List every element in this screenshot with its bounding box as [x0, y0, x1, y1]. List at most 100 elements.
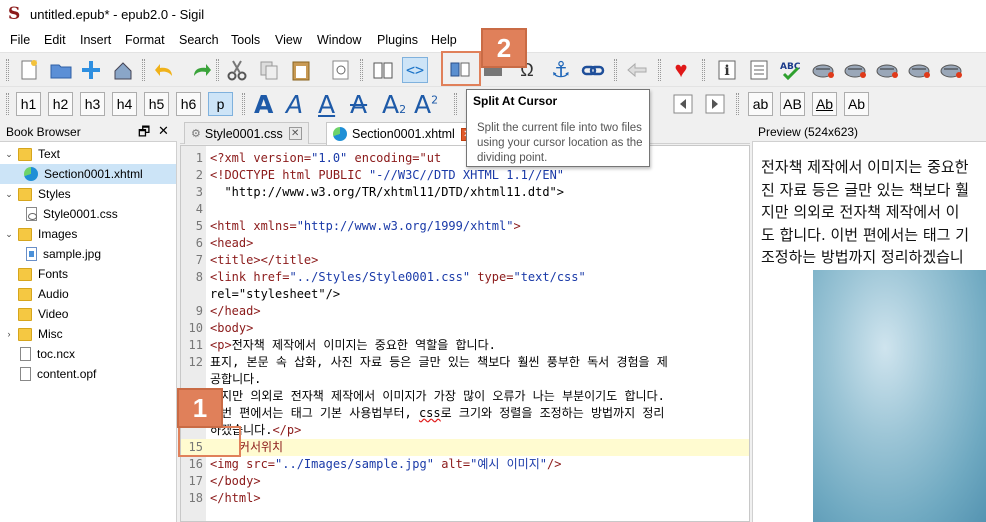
redo-icon[interactable] [188, 57, 214, 83]
code-line[interactable]: 5 <html xmlns="http://www.w3.org/1999/xht… [181, 218, 749, 235]
code-line[interactable]: 9 </head> [181, 303, 749, 320]
copy-icon[interactable] [256, 57, 282, 83]
code-line[interactable]: rel="stylesheet"/> [181, 286, 749, 303]
toolbar-grip[interactable] [454, 93, 457, 115]
superscript-icon[interactable]: A2 [414, 90, 438, 119]
menu-window[interactable]: Window [317, 33, 361, 47]
tree-file-content-opf[interactable]: content.opf [0, 364, 96, 384]
menu-insert[interactable]: Insert [80, 33, 111, 47]
capitalize-button[interactable]: Ab [844, 92, 869, 116]
underline-icon[interactable]: A [318, 90, 335, 119]
code-editor[interactable]: 1 <?xml version="1.0" encoding="ut 2 <!DOCT… [180, 145, 750, 522]
titlecase-button[interactable]: Ab [812, 92, 837, 116]
close-icon[interactable]: ✕ [158, 123, 169, 139]
new-file-icon[interactable] [16, 57, 42, 83]
toolbar-grip[interactable] [614, 59, 617, 81]
chevron-down-icon[interactable]: ⌄ [4, 189, 14, 200]
code-line[interactable]: 공합니다. [181, 371, 749, 388]
code-line[interactable]: 2 <!DOCTYPE html PUBLIC "-//W3C//DTD XHTM… [181, 167, 749, 184]
toolbar-grip[interactable] [360, 59, 363, 81]
tree-folder-images[interactable]: ⌄ Images [0, 224, 77, 244]
menu-help[interactable]: Help [431, 33, 457, 47]
tree-folder-text[interactable]: ⌄ Text [0, 144, 60, 164]
plugin-4-icon[interactable] [906, 57, 932, 83]
tree-folder-video[interactable]: Video [0, 304, 68, 324]
menu-view[interactable]: View [275, 33, 302, 47]
code-line[interactable]: 13하지만 의외로 전자책 제작에서 이미지가 가장 많이 오류가 나는 부분이… [181, 388, 749, 405]
close-icon[interactable]: ✕ [288, 127, 302, 140]
menu-plugins[interactable]: Plugins [377, 33, 418, 47]
tree-folder-styles[interactable]: ⌄ Styles [0, 184, 70, 204]
toolbar-grip[interactable] [142, 59, 145, 81]
paste-icon[interactable] [288, 57, 314, 83]
code-line[interactable]: 하겠습니다.</p> [181, 422, 749, 439]
add-file-icon[interactable] [78, 57, 104, 83]
italic-icon[interactable]: A [286, 90, 303, 119]
menu-tools[interactable]: Tools [231, 33, 260, 47]
code-line[interactable]: 10 <body> [181, 320, 749, 337]
heading-2-button[interactable]: h2 [48, 92, 73, 116]
code-line[interactable]: 3 "http://www.w3.org/TR/xhtml11/DTD/xhtm… [181, 184, 749, 201]
tab-style0001-css[interactable]: ⚙ Style0001.css ✕ [184, 122, 309, 144]
tree-folder-misc[interactable]: › Misc [0, 324, 63, 344]
back-arrow-icon[interactable] [624, 57, 650, 83]
cut-icon[interactable] [224, 57, 250, 83]
bold-icon[interactable]: A [254, 90, 273, 119]
toolbar-grip[interactable] [216, 59, 219, 81]
chevron-down-icon[interactable]: ⌄ [4, 149, 14, 160]
toolbar-grip[interactable] [6, 93, 9, 115]
strikethrough-icon[interactable]: A [350, 90, 367, 119]
code-line[interactable]: 15 커서위치 [181, 439, 749, 456]
plugin-1-icon[interactable] [810, 57, 836, 83]
plugin-5-icon[interactable] [938, 57, 964, 83]
toolbar-grip[interactable] [702, 59, 705, 81]
heading-6-button[interactable]: h6 [176, 92, 201, 116]
print-preview-icon[interactable] [328, 57, 354, 83]
code-line[interactable]: 6 <head> [181, 235, 749, 252]
spellcheck-icon[interactable]: ABC [778, 57, 804, 83]
toolbar-grip[interactable] [736, 93, 739, 115]
tree-file-section0001[interactable]: Section0001.xhtml [0, 164, 176, 184]
subscript-icon[interactable]: A2 [382, 90, 406, 119]
decrease-indent-icon[interactable] [670, 91, 696, 117]
code-line[interactable]: 12 표지, 본문 속 삽화, 사진 자료 등은 글만 있는 책보다 훨씬 풍부한… [181, 354, 749, 371]
anchor-icon[interactable]: ⚓ [548, 57, 574, 83]
tree-file-toc[interactable]: toc.ncx [0, 344, 75, 364]
toolbar-grip[interactable] [658, 59, 661, 81]
menu-format[interactable]: Format [125, 33, 165, 47]
tree-file-style0001[interactable]: Style0001.css [0, 204, 118, 224]
info-icon[interactable]: i [714, 57, 740, 83]
code-line[interactable]: 18 </html> [181, 490, 749, 507]
code-line[interactable]: 8 <link href="../Styles/Style0001.css" ty… [181, 269, 749, 286]
tree-file-sample-jpg[interactable]: sample.jpg [0, 244, 101, 264]
menu-file[interactable]: File [10, 33, 30, 47]
tab-section0001-xhtml[interactable]: Section0001.xhtml ✕ [326, 122, 481, 145]
code-line[interactable]: 16 <img src="../Images/sample.jpg" alt="예… [181, 456, 749, 473]
tree-folder-fonts[interactable]: Fonts [0, 264, 68, 284]
heading-5-button[interactable]: h5 [144, 92, 169, 116]
tree-folder-audio[interactable]: Audio [0, 284, 69, 304]
heart-icon[interactable]: ♥ [668, 57, 694, 83]
heading-4-button[interactable]: h4 [112, 92, 137, 116]
code-line[interactable]: 4 [181, 201, 749, 218]
chevron-down-icon[interactable]: ⌄ [4, 229, 14, 240]
link-icon[interactable] [580, 57, 606, 83]
toolbar-grip[interactable] [6, 59, 9, 81]
toc-icon[interactable] [746, 57, 772, 83]
code-line[interactable]: 1 <?xml version="1.0" encoding="ut [181, 150, 749, 167]
code-line[interactable]: 17 </body> [181, 473, 749, 490]
undo-icon[interactable] [152, 57, 178, 83]
code-view-icon[interactable]: <> [402, 57, 428, 83]
increase-indent-icon[interactable] [702, 91, 728, 117]
lowercase-button[interactable]: ab [748, 92, 773, 116]
open-folder-icon[interactable] [48, 57, 74, 83]
code-line[interactable]: 14이번 편에서는 태그 기본 사용법부터, css로 크기와 정렬을 조정하는… [181, 405, 749, 422]
code-line[interactable]: 7 <title></title> [181, 252, 749, 269]
book-view-icon[interactable] [370, 57, 396, 83]
menu-search[interactable]: Search [179, 33, 219, 47]
heading-3-button[interactable]: h3 [80, 92, 105, 116]
menu-edit[interactable]: Edit [44, 33, 66, 47]
code-line[interactable]: 11 <p>전자책 제작에서 이미지는 중요한 역할을 합니다. [181, 337, 749, 354]
chevron-right-icon[interactable]: › [4, 329, 14, 339]
toolbar-grip[interactable] [242, 93, 245, 115]
